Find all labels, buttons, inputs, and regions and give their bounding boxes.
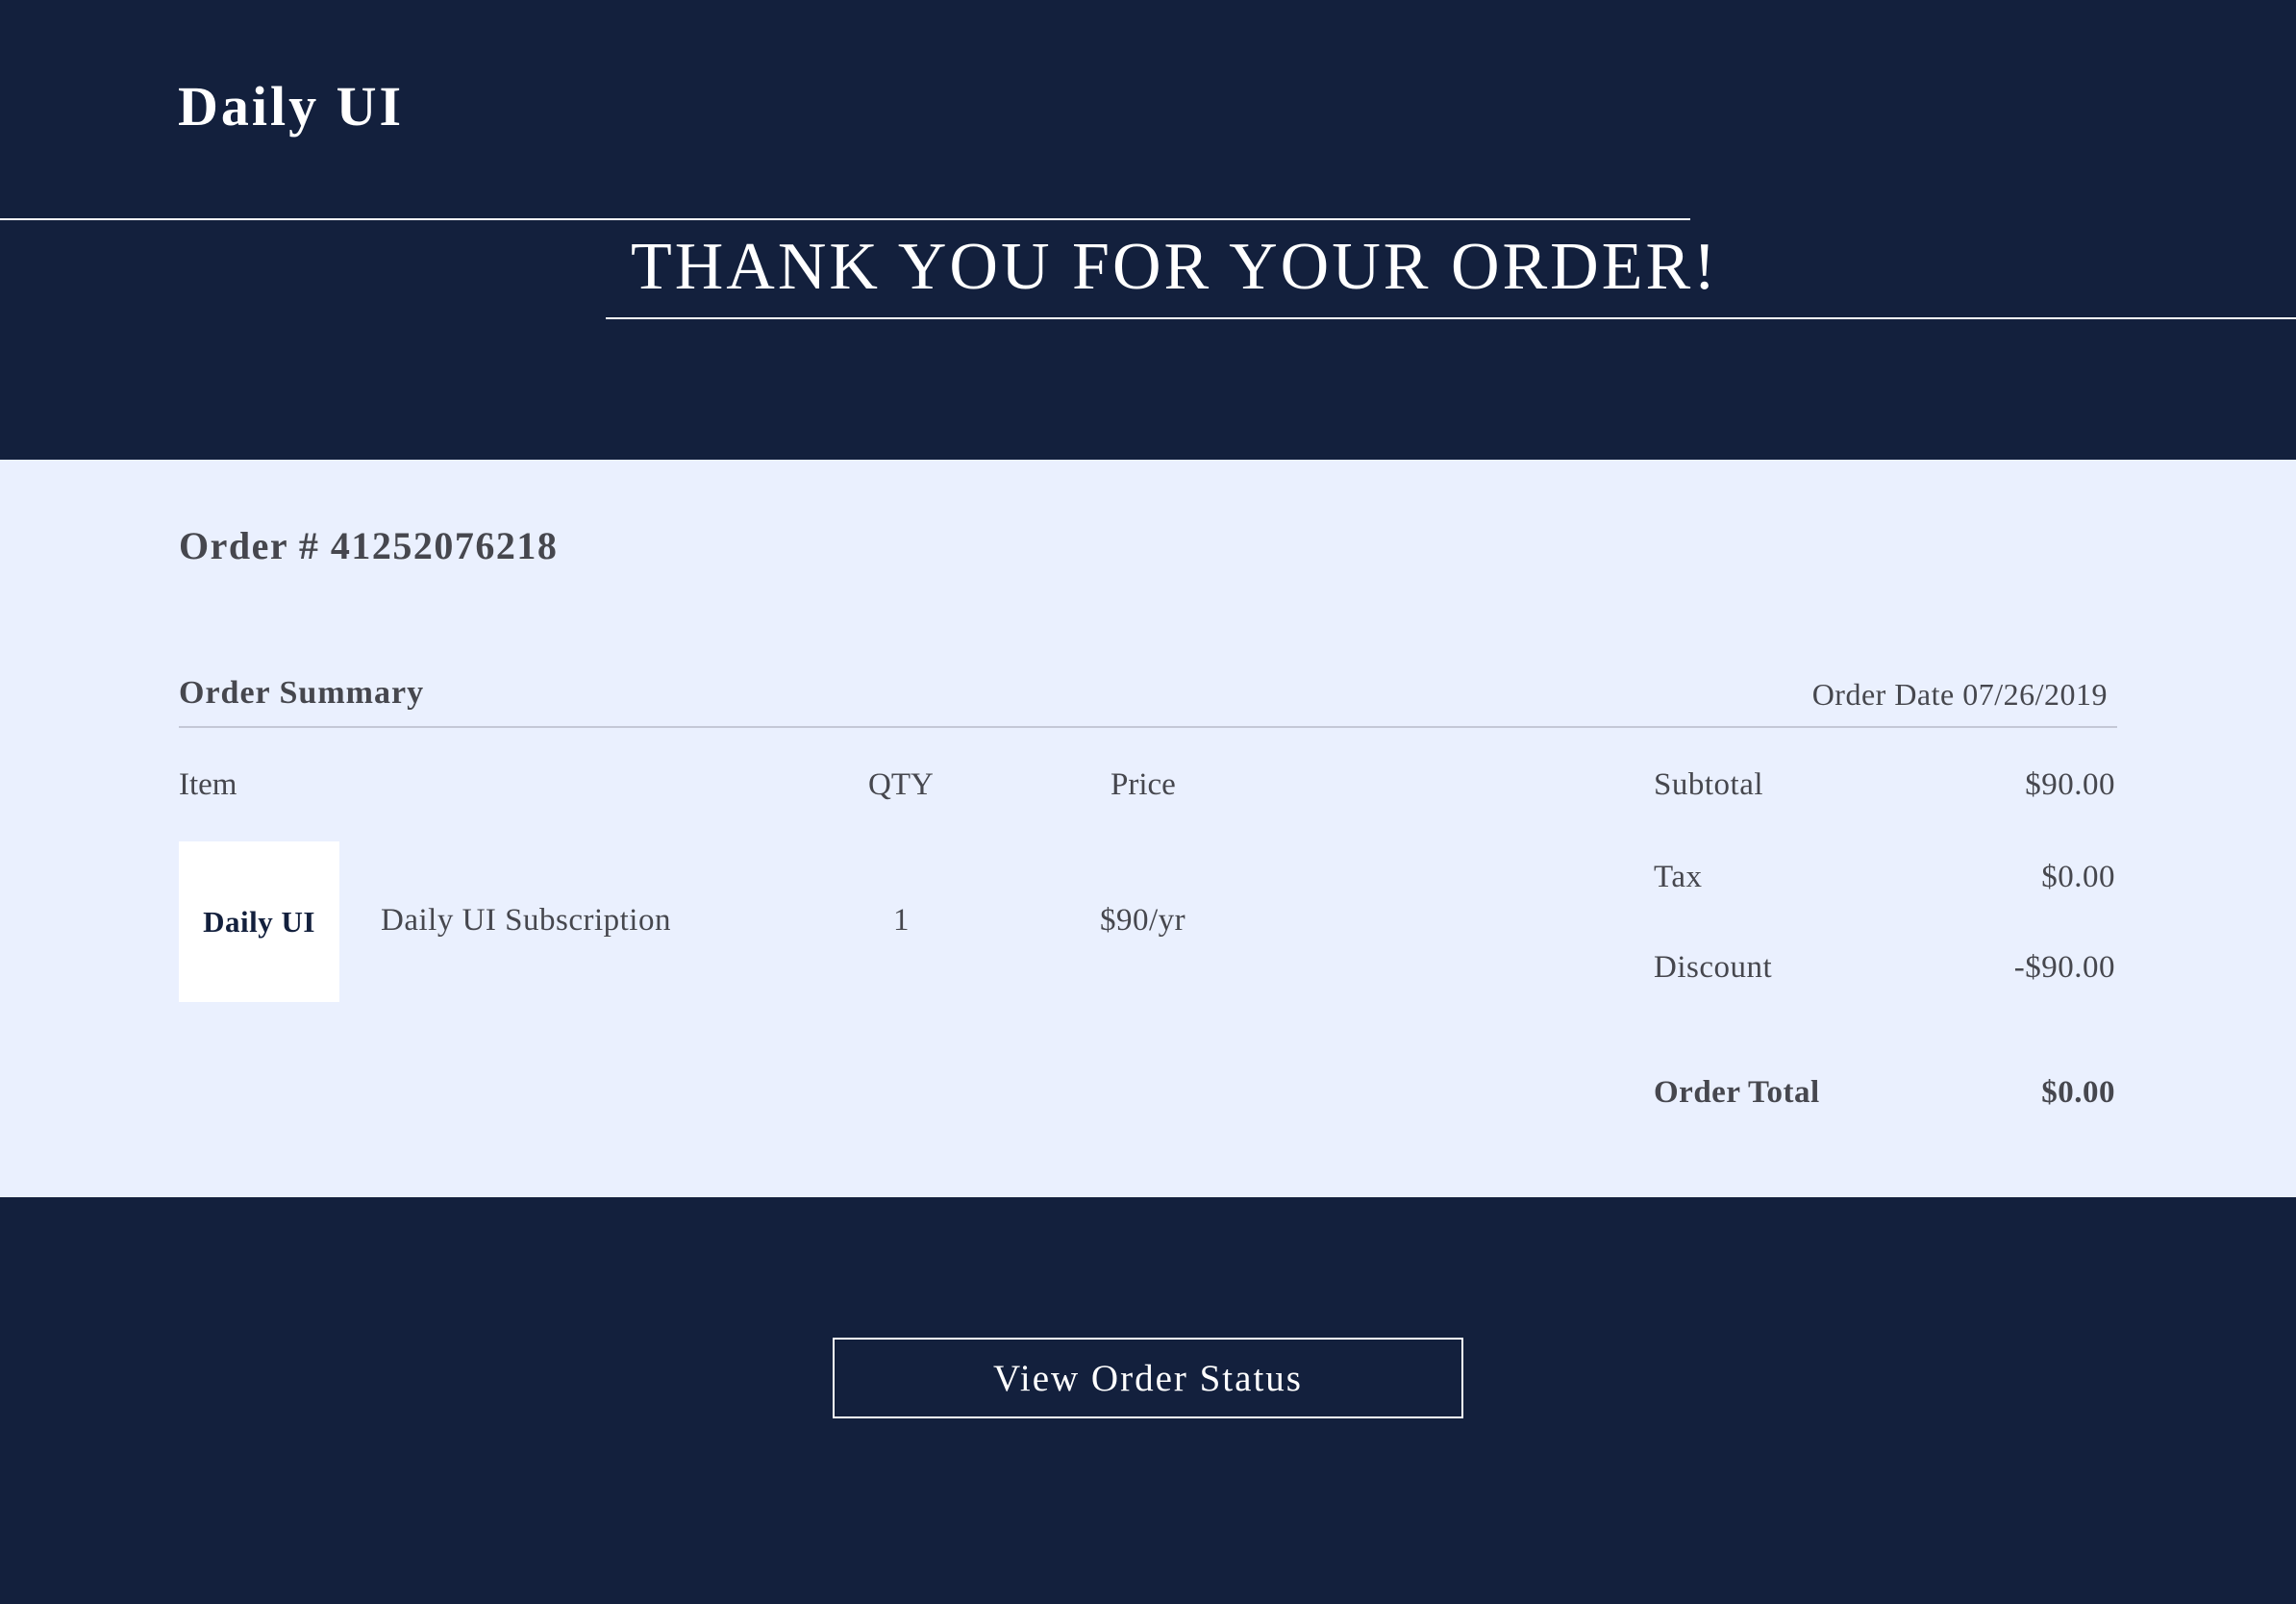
subtotal-value: $90.00 [2025,767,2115,802]
order-total-label: Order Total [1654,1075,1820,1110]
headline-top-rule [0,218,1690,220]
order-summary-title: Order Summary [179,675,425,711]
item-name: Daily UI Subscription [381,903,671,938]
subtotal-label: Subtotal [1654,767,1764,802]
column-header-price: Price [1111,767,1176,802]
tax-value: $0.00 [2041,860,2115,894]
tax-label: Tax [1654,860,1703,894]
order-number: Order # 41252076218 [179,524,559,567]
product-thumbnail: Daily UI [179,841,339,1002]
footer: View Order Status [0,1197,2296,1604]
product-thumbnail-label: Daily UI [203,904,315,939]
discount-value: -$90.00 [2013,950,2115,985]
order-date: Order Date 07/26/2019 [1811,677,2108,712]
order-section: Order # 41252076218 Order Summary Order … [0,460,2296,1197]
view-order-status-button[interactable]: View Order Status [833,1338,1463,1418]
header: Daily UI THANK YOU FOR YOUR ORDER! [0,0,2296,460]
summary-divider [179,726,2117,728]
order-total-value: $0.00 [2041,1075,2115,1110]
page-title: THANK YOU FOR YOUR ORDER! [631,230,1719,304]
column-header-item: Item [179,767,237,802]
item-price: $90/yr [1100,903,1186,938]
brand-logo: Daily UI [178,75,405,138]
item-qty: 1 [893,903,910,938]
headline-bottom-rule [606,317,2296,319]
column-header-qty: QTY [868,767,934,802]
discount-label: Discount [1654,950,1773,985]
